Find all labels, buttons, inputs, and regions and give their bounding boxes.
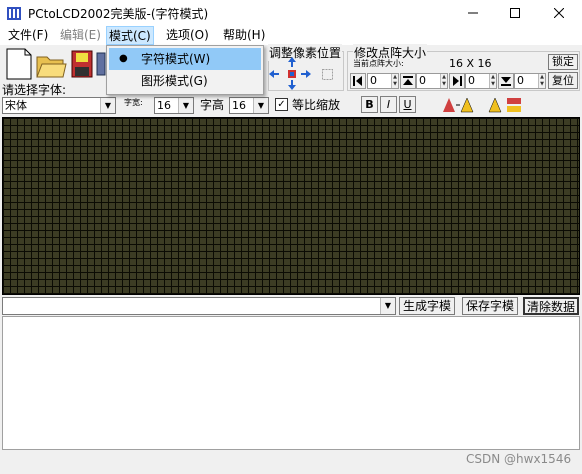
close-button[interactable] <box>538 0 580 26</box>
menu-edit[interactable]: 编辑(E) <box>58 26 103 45</box>
font-select[interactable]: 宋体 ▼ <box>2 97 116 114</box>
clear-data-button[interactable]: 清除数据 <box>523 297 579 315</box>
pixel-matrix-canvas[interactable] <box>2 117 580 295</box>
current-size-label: 当前点阵大小: <box>353 59 404 68</box>
pixel-group-title: 调整像素位置 <box>268 44 343 61</box>
chevron-down-icon: ▼ <box>178 98 193 113</box>
minimize-icon <box>468 12 478 14</box>
menu-item-graphic-mode[interactable]: 图形模式(G) <box>109 70 261 92</box>
shrink-top-button[interactable] <box>400 73 416 89</box>
proportional-scale-label: 等比缩放 <box>292 98 341 112</box>
menu-item-label: 字符模式(W) <box>141 52 211 66</box>
bold-button[interactable]: B <box>361 96 378 113</box>
output-textarea[interactable] <box>2 316 580 450</box>
shrink-top-icon <box>403 76 413 85</box>
shift-up-icon[interactable] <box>287 57 297 67</box>
close-icon <box>554 8 564 18</box>
open-folder-icon[interactable] <box>35 47 67 81</box>
menu-mode[interactable]: 模式(C) <box>106 26 154 45</box>
generate-font-button[interactable]: 生成字模 <box>399 297 455 315</box>
lock-button[interactable]: 锁定 <box>548 54 578 70</box>
shift-left-icon[interactable] <box>269 69 279 79</box>
save-font-button[interactable]: 保存字模 <box>462 297 518 315</box>
menu-help[interactable]: 帮助(H) <box>221 26 267 45</box>
menu-options[interactable]: 选项(O) <box>164 26 211 45</box>
mode-dropdown-menu: ● 字符模式(W) 图形模式(G) <box>106 45 264 95</box>
italic-button[interactable]: I <box>380 96 397 113</box>
watermark-text: CSDN @hwx1546 <box>466 452 572 466</box>
shift-down-icon[interactable] <box>287 80 297 90</box>
expand-right-icon <box>453 76 462 86</box>
text-input-combo[interactable]: ▼ <box>2 297 396 315</box>
shrink-left-button[interactable] <box>350 73 366 89</box>
expand-bottom-button[interactable] <box>498 73 514 89</box>
checked-bullet-icon: ● <box>119 53 128 64</box>
chevron-down-icon: ▼ <box>253 98 268 113</box>
menu-file[interactable]: 文件(F) <box>6 26 50 45</box>
center-icon[interactable] <box>287 69 297 79</box>
app-window: PCtoLCD2002完美版-(字符模式) 文件(F) 编辑(E) 模式(C) … <box>0 0 582 474</box>
input-action-row: ▼ 生成字模 保存字模 清除数据 <box>0 296 582 316</box>
window-title: PCtoLCD2002完美版-(字符模式) <box>28 7 209 21</box>
top-size-spinner[interactable]: 0 ▲ ▼ <box>416 73 448 89</box>
char-width-label: 字宽: <box>124 98 143 107</box>
bottom-size-spinner[interactable]: 0 ▲ ▼ <box>514 73 546 89</box>
minimize-button[interactable] <box>452 0 494 26</box>
title-bar: PCtoLCD2002完美版-(字符模式) <box>0 0 582 26</box>
proportional-scale-checkbox[interactable]: ✓ <box>275 98 288 111</box>
maximize-button[interactable] <box>494 0 536 26</box>
underline-button[interactable]: U <box>399 96 416 113</box>
shrink-left-icon <box>353 76 362 86</box>
shift-right-icon[interactable] <box>301 69 311 79</box>
char-width-select[interactable]: 16 ▼ <box>154 97 194 114</box>
maximize-icon <box>510 8 520 18</box>
new-file-icon[interactable] <box>4 47 34 81</box>
chevron-down-icon: ▼ <box>380 298 395 314</box>
left-size-spinner[interactable]: 0 ▲ ▼ <box>367 73 399 89</box>
chevron-down-icon: ▼ <box>100 98 115 113</box>
device-icon[interactable] <box>96 47 106 81</box>
char-height-label: 字高 <box>200 98 225 112</box>
menu-item-char-mode[interactable]: ● 字符模式(W) <box>109 48 261 70</box>
font-settings-row: 宋体 ▼ 字宽: 16 ▼ 字高 16 ▼ ✓ 等比缩放 B I U <box>0 94 582 116</box>
save-disk-icon[interactable] <box>70 47 94 81</box>
app-logo-icon <box>7 7 21 20</box>
char-height-select[interactable]: 16 ▼ <box>229 97 269 114</box>
expand-bottom-icon <box>501 77 511 86</box>
flip-icon[interactable] <box>487 96 523 114</box>
current-size-value: 16 X 16 <box>449 57 492 70</box>
right-size-spinner[interactable]: 0 ▲ ▼ <box>465 73 497 89</box>
rotate-icon[interactable] <box>441 96 477 114</box>
pixel-option-icon[interactable] <box>322 69 333 80</box>
reset-button[interactable]: 复位 <box>548 72 578 89</box>
menu-item-label: 图形模式(G) <box>141 74 208 88</box>
menu-bar: 文件(F) 编辑(E) 模式(C) 选项(O) 帮助(H) <box>0 26 582 45</box>
expand-right-button[interactable] <box>449 73 465 89</box>
toolbar: 调整像素位置 修改点阵大小 当前点阵大小: 16 X 16 锁定 复位 0 ▲ ▼ … <box>0 44 582 91</box>
